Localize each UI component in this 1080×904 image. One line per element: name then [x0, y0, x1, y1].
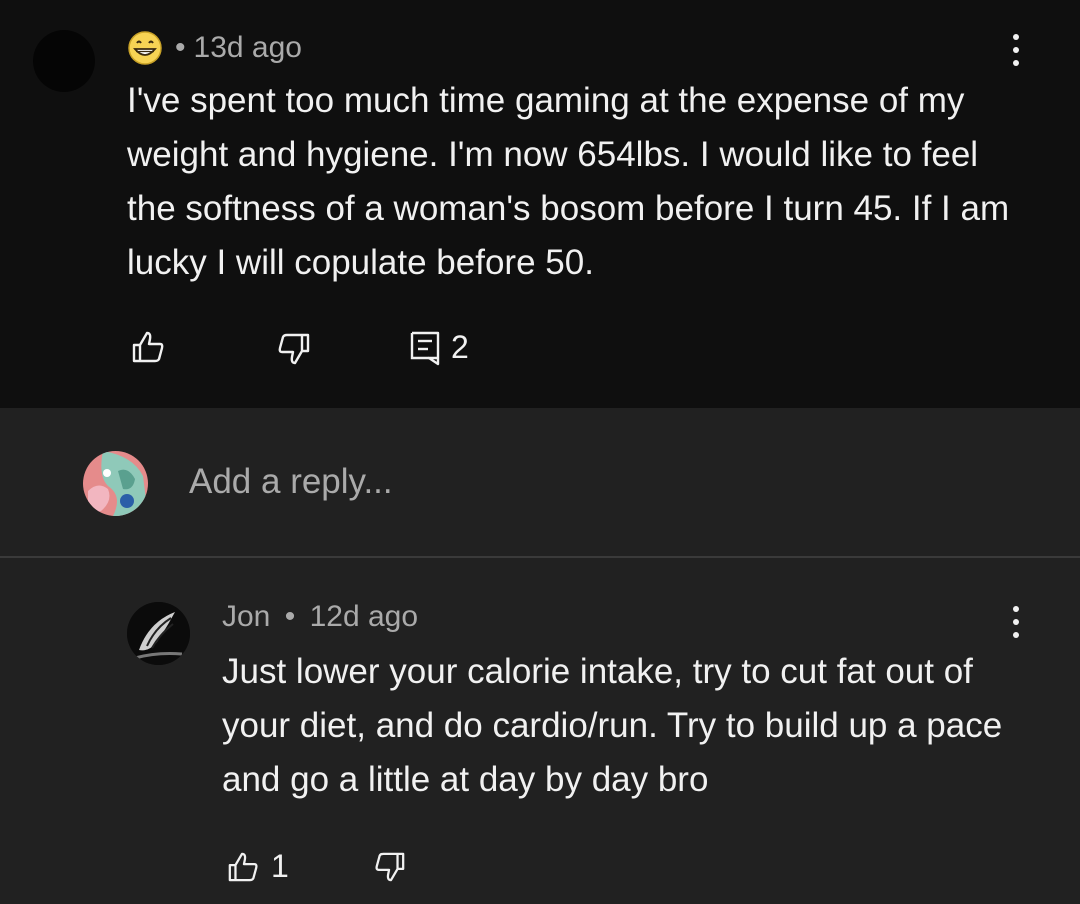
replies-button[interactable]: 2 [409, 329, 469, 366]
reply-count: 2 [451, 329, 469, 365]
kebab-dot [1013, 632, 1019, 638]
add-reply-box[interactable] [0, 408, 1080, 558]
comment-time: 13d ago [193, 31, 302, 64]
grinning-face-emoji-icon [128, 31, 162, 65]
reply-author[interactable]: Jon [222, 600, 270, 633]
jon-avatar-image [127, 602, 190, 665]
thumbs-down-icon [278, 333, 310, 365]
reply-like-button[interactable]: 1 [227, 848, 289, 885]
reply-input[interactable]: Add a reply... [189, 462, 393, 502]
like-button[interactable] [131, 330, 165, 364]
meta-separator: • [284, 600, 296, 633]
kebab-dot [1013, 619, 1019, 625]
avatar[interactable] [127, 602, 190, 665]
comment-icon [410, 331, 440, 365]
dislike-button[interactable] [277, 332, 311, 366]
reply-text: Just lower your calorie intake, try to c… [222, 652, 1003, 799]
reply-time: 12d ago [309, 600, 419, 633]
comment-meta: • 13d ago [127, 28, 302, 68]
comment-menu-button[interactable] [1001, 30, 1031, 70]
reply-dislike-button[interactable] [374, 850, 406, 884]
reply-meta: Jon • 12d ago [222, 600, 418, 634]
avatar[interactable] [33, 30, 95, 92]
meta-separator: • [175, 31, 186, 64]
like-count: 1 [271, 848, 289, 884]
reply-menu-button[interactable] [1001, 602, 1031, 642]
kebab-dot [1013, 34, 1019, 40]
thumbs-down-icon [375, 852, 405, 882]
top-comment: • 13d ago I've spent too much time gamin… [0, 0, 1080, 408]
user-avatar [83, 451, 148, 516]
thumbs-up-icon [228, 852, 258, 881]
thumbs-up-icon [132, 331, 164, 363]
kebab-dot [1013, 47, 1019, 53]
kebab-dot [1013, 60, 1019, 66]
comment-text: I've spent too much time gaming at the e… [127, 81, 1010, 282]
kebab-dot [1013, 606, 1019, 612]
user-avatar-image [83, 451, 148, 516]
